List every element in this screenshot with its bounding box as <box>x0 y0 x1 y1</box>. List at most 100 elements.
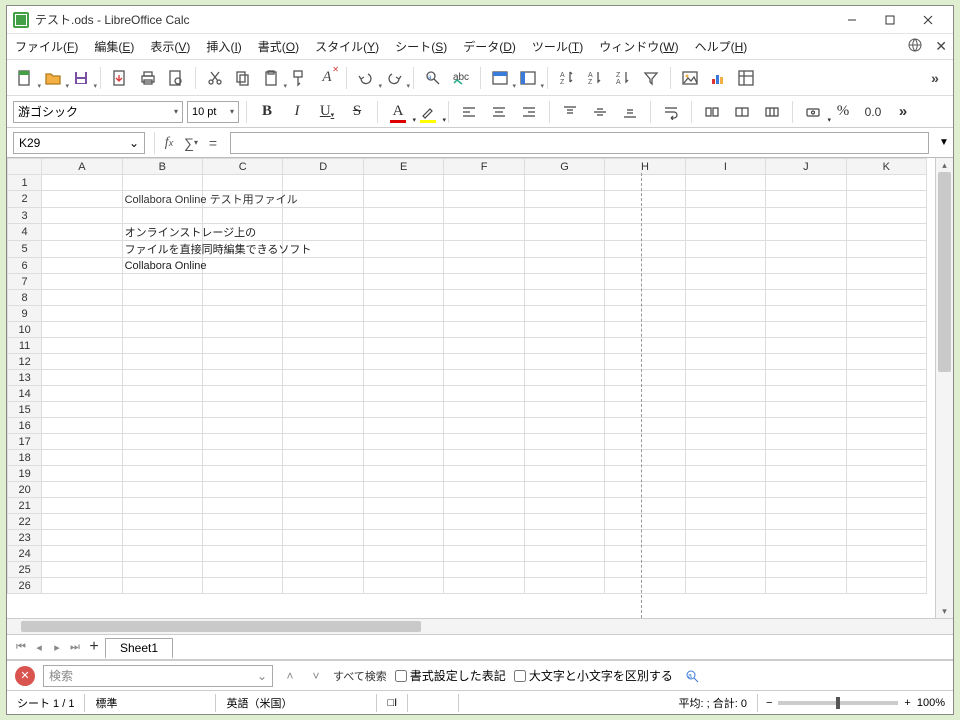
cell-A8[interactable] <box>42 290 122 306</box>
formula-expand-button[interactable]: ▼ <box>935 132 953 154</box>
equals-button[interactable]: = <box>202 132 224 154</box>
cell-K24[interactable] <box>846 546 926 562</box>
cell-G12[interactable] <box>524 354 604 370</box>
cell-G19[interactable] <box>524 466 604 482</box>
cell-F4[interactable] <box>444 224 524 241</box>
cell-G5[interactable] <box>524 241 604 258</box>
cell-I19[interactable] <box>685 466 765 482</box>
cell-G2[interactable] <box>524 191 604 208</box>
cell-K14[interactable] <box>846 386 926 402</box>
cell-H7[interactable] <box>605 274 685 290</box>
cell-E23[interactable] <box>363 530 443 546</box>
cell-E26[interactable] <box>363 578 443 594</box>
cell-I21[interactable] <box>685 498 765 514</box>
cell-A10[interactable] <box>42 322 122 338</box>
cell-I6[interactable] <box>685 258 765 274</box>
cell-D10[interactable] <box>283 322 363 338</box>
tab-last-button[interactable]: ⏭ <box>67 641 83 654</box>
cell-J1[interactable] <box>766 175 846 191</box>
hscroll-thumb[interactable] <box>21 621 421 632</box>
row-header-11[interactable]: 11 <box>8 338 42 354</box>
row-header-16[interactable]: 16 <box>8 418 42 434</box>
cell-E15[interactable] <box>363 402 443 418</box>
cell-I11[interactable] <box>685 338 765 354</box>
row-header-26[interactable]: 26 <box>8 578 42 594</box>
cell-B15[interactable] <box>122 402 202 418</box>
row-header-21[interactable]: 21 <box>8 498 42 514</box>
cell-C11[interactable] <box>203 338 283 354</box>
underline-button[interactable]: U▾ <box>314 100 340 124</box>
new-button[interactable]: ▾ <box>13 65 37 91</box>
insert-chart-button[interactable] <box>706 65 730 91</box>
sheet-grid[interactable]: ABCDEFGHIJK12Collabora Online テスト用ファイル34… <box>7 158 935 618</box>
cell-J12[interactable] <box>766 354 846 370</box>
status-style[interactable]: 標準 <box>85 695 215 711</box>
cell-B10[interactable] <box>122 322 202 338</box>
cell-B6[interactable]: Collabora Online <box>122 258 202 274</box>
cell-I22[interactable] <box>685 514 765 530</box>
cell-K26[interactable] <box>846 578 926 594</box>
cell-F25[interactable] <box>444 562 524 578</box>
status-insmode[interactable]: □I <box>377 697 407 709</box>
align-center-button[interactable] <box>486 100 512 124</box>
cell-D25[interactable] <box>283 562 363 578</box>
col-header-K[interactable]: K <box>846 159 926 175</box>
cell-H4[interactable] <box>605 224 685 241</box>
cell-G16[interactable] <box>524 418 604 434</box>
cell-K13[interactable] <box>846 370 926 386</box>
sort-asc-button[interactable]: AZ <box>583 65 607 91</box>
cell-D18[interactable] <box>283 450 363 466</box>
cell-K12[interactable] <box>846 354 926 370</box>
close-find-button[interactable]: ✕ <box>15 666 35 686</box>
cell-K4[interactable] <box>846 224 926 241</box>
cell-I17[interactable] <box>685 434 765 450</box>
find-all-button[interactable]: すべて検索 <box>333 668 387 684</box>
cell-K6[interactable] <box>846 258 926 274</box>
cell-B26[interactable] <box>122 578 202 594</box>
row-header-10[interactable]: 10 <box>8 322 42 338</box>
cell-A25[interactable] <box>42 562 122 578</box>
row-header-3[interactable]: 3 <box>8 208 42 224</box>
cell-K7[interactable] <box>846 274 926 290</box>
row-header-13[interactable]: 13 <box>8 370 42 386</box>
row-header-2[interactable]: 2 <box>8 191 42 208</box>
cell-G13[interactable] <box>524 370 604 386</box>
cell-F18[interactable] <box>444 450 524 466</box>
cell-F12[interactable] <box>444 354 524 370</box>
cell-F16[interactable] <box>444 418 524 434</box>
cell-G3[interactable] <box>524 208 604 224</box>
merge-cells-button[interactable] <box>699 100 725 124</box>
cell-K5[interactable] <box>846 241 926 258</box>
row-header-12[interactable]: 12 <box>8 354 42 370</box>
cell-B21[interactable] <box>122 498 202 514</box>
cell-I25[interactable] <box>685 562 765 578</box>
cell-C6[interactable] <box>203 258 283 274</box>
cell-I23[interactable] <box>685 530 765 546</box>
zoom-value[interactable]: 100% <box>917 697 945 709</box>
cell-E7[interactable] <box>363 274 443 290</box>
cell-F20[interactable] <box>444 482 524 498</box>
cell-reference-input[interactable]: K29⌄ <box>13 132 145 154</box>
cell-D12[interactable] <box>283 354 363 370</box>
cell-G21[interactable] <box>524 498 604 514</box>
row-header-24[interactable]: 24 <box>8 546 42 562</box>
cell-I1[interactable] <box>685 175 765 191</box>
cell-E6[interactable] <box>363 258 443 274</box>
col-header-J[interactable]: J <box>766 159 846 175</box>
cell-B2[interactable]: Collabora Online テスト用ファイル <box>122 191 202 208</box>
cell-K2[interactable] <box>846 191 926 208</box>
cell-H16[interactable] <box>605 418 685 434</box>
cell-G10[interactable] <box>524 322 604 338</box>
cell-K3[interactable] <box>846 208 926 224</box>
cell-I13[interactable] <box>685 370 765 386</box>
row-header-1[interactable]: 1 <box>8 175 42 191</box>
cell-H10[interactable] <box>605 322 685 338</box>
cell-J3[interactable] <box>766 208 846 224</box>
cell-F21[interactable] <box>444 498 524 514</box>
cell-E24[interactable] <box>363 546 443 562</box>
cell-E3[interactable] <box>363 208 443 224</box>
row-header-4[interactable]: 4 <box>8 224 42 241</box>
cell-F13[interactable] <box>444 370 524 386</box>
scroll-down-arrow[interactable]: ▾ <box>936 604 953 618</box>
row-header-8[interactable]: 8 <box>8 290 42 306</box>
